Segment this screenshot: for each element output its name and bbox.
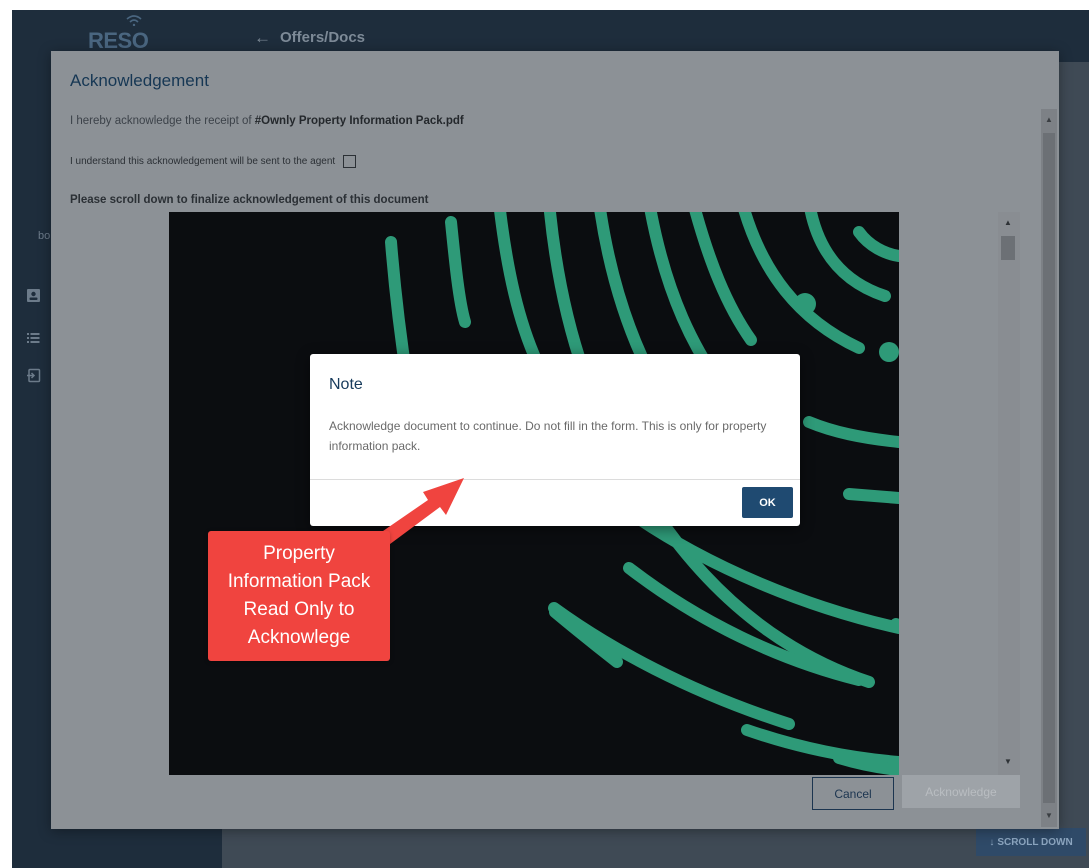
agent-checkbox-label: I understand this acknowledgement will b… xyxy=(70,156,336,167)
note-body: Acknowledge document to continue. Do not… xyxy=(329,419,767,453)
contact-card-icon[interactable] xyxy=(26,288,41,303)
acknowledge-button[interactable]: Acknowledge xyxy=(902,775,1020,808)
document-scrollbar[interactable]: ▲ ▼ xyxy=(998,212,1020,775)
sidebar-truncated-text: bo xyxy=(38,230,51,242)
dialog-scrollbar-thumb[interactable] xyxy=(1043,133,1055,803)
document-scrollbar-thumb[interactable] xyxy=(1001,236,1015,260)
page-title: Offers/Docs xyxy=(280,29,366,46)
arrow-down-icon: ↓ xyxy=(989,836,995,848)
dialog-scrollbar[interactable]: ▲ ▼ xyxy=(1041,109,1057,827)
agent-checkbox[interactable] xyxy=(343,155,357,168)
scroll-down-icon[interactable]: ▼ xyxy=(1045,811,1053,820)
doc-scroll-up-icon[interactable]: ▲ xyxy=(1004,218,1012,227)
receipt-text: I hereby acknowledge the receipt of #Own… xyxy=(70,115,464,127)
dialog-title: Acknowledgement xyxy=(70,71,209,90)
cancel-button[interactable]: Cancel xyxy=(812,777,894,810)
receipt-file-name: #Ownly Property Information Pack.pdf xyxy=(254,115,464,127)
doc-scroll-down-icon[interactable]: ▼ xyxy=(1004,757,1012,766)
scroll-up-icon[interactable]: ▲ xyxy=(1045,115,1053,124)
sign-in-icon[interactable] xyxy=(26,368,41,383)
note-divider xyxy=(310,479,800,480)
wifi-icon xyxy=(126,15,142,26)
back-arrow-icon[interactable]: ← xyxy=(254,28,271,48)
note-title: Note xyxy=(329,376,363,393)
scroll-down-button[interactable]: ↓ SCROLL DOWN xyxy=(976,828,1086,856)
agent-checkbox-row: I understand this acknowledgement will b… xyxy=(70,155,357,168)
scroll-down-label: SCROLL DOWN xyxy=(997,836,1073,848)
scroll-instruction: Please scroll down to finalize acknowled… xyxy=(70,194,429,206)
annotation-callout: Property Information Pack Read Only to A… xyxy=(208,531,390,661)
list-icon[interactable] xyxy=(26,330,41,345)
ok-button[interactable]: OK xyxy=(742,487,793,518)
note-modal: Note Acknowledge document to continue. D… xyxy=(310,354,800,526)
receipt-prefix: I hereby acknowledge the receipt of xyxy=(70,115,255,127)
